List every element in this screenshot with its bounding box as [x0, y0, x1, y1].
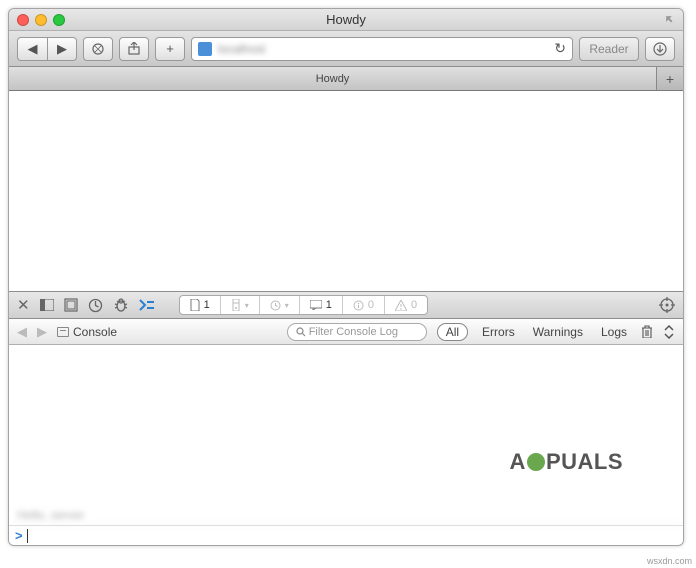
address-text: localhost [218, 42, 265, 56]
fullscreen-icon[interactable] [663, 13, 675, 25]
chevron-down-icon: ▾ [245, 301, 249, 310]
downloads-button[interactable] [645, 37, 675, 61]
console-log-line: Hello, server [9, 506, 683, 525]
filter-logs-tab[interactable]: Logs [597, 325, 631, 339]
new-tab-button[interactable]: + [155, 37, 185, 61]
omnibox-button[interactable] [83, 37, 113, 61]
close-window-button[interactable] [17, 14, 29, 26]
console-forward-button[interactable]: ▶ [37, 324, 47, 340]
devtools-toolbar: ✕ 1 ▾ [9, 291, 683, 319]
chevron-down-icon: ▾ [285, 301, 289, 310]
documents-pill[interactable]: 1 [180, 296, 221, 314]
tab-howdy[interactable]: Howdy [9, 67, 657, 90]
console-back-button[interactable]: ◀ [17, 324, 27, 340]
clock-icon [270, 300, 281, 311]
share-button[interactable] [119, 37, 149, 61]
logs-count: 1 [326, 299, 332, 311]
documents-count: 1 [204, 299, 210, 311]
dock-side-icon[interactable] [40, 299, 54, 311]
address-bar[interactable]: localhost ↻ [191, 37, 573, 61]
stylesheet-icon [231, 299, 241, 311]
console-search-input[interactable]: Filter Console Log [287, 323, 427, 341]
titlebar: Howdy [9, 9, 683, 31]
issues-pill[interactable]: 0 [343, 296, 385, 314]
reload-icon[interactable]: ↻ [554, 40, 566, 57]
console-toolbar: ◀ ▶ Console Filter Console Log All Error… [9, 319, 683, 345]
log-icon [310, 300, 322, 310]
browser-toolbar: ◀ ▶ + localhost ↻ Reader [9, 31, 683, 67]
document-icon [190, 299, 200, 311]
search-placeholder: Filter Console Log [309, 326, 398, 338]
traffic-lights [9, 14, 65, 26]
close-devtools-icon[interactable]: ✕ [17, 296, 30, 314]
warnings-count: 0 [411, 299, 417, 311]
time-pill[interactable]: ▾ [260, 296, 300, 314]
expand-console-icon[interactable] [663, 325, 675, 339]
console-empty-area [9, 345, 683, 506]
timeline-panel-icon[interactable] [88, 298, 103, 313]
clear-console-icon[interactable] [641, 325, 653, 338]
search-icon [296, 327, 306, 337]
console-cursor [27, 529, 28, 543]
favicon-icon [198, 42, 212, 56]
breadcrumb-label: Console [73, 325, 117, 339]
console-panel-icon[interactable] [139, 298, 155, 312]
info-icon [353, 300, 364, 311]
browser-window: Howdy ◀ ▶ + localhost ↻ Reader Howdy + [8, 8, 684, 546]
window-title: Howdy [9, 12, 683, 27]
filter-all-tab[interactable]: All [437, 323, 468, 341]
filter-errors-tab[interactable]: Errors [478, 325, 519, 339]
tab-bar: Howdy + [9, 67, 683, 91]
inspect-element-icon[interactable] [659, 297, 675, 313]
issues-count: 0 [368, 299, 374, 311]
stylesheets-pill[interactable]: ▾ [221, 296, 260, 314]
elements-panel-icon[interactable] [64, 298, 78, 312]
resource-filter-pills: 1 ▾ ▾ 1 [179, 295, 429, 315]
warnings-pill[interactable]: 0 [385, 296, 427, 314]
debugger-panel-icon[interactable] [113, 298, 129, 312]
filter-warnings-tab[interactable]: Warnings [529, 325, 587, 339]
warning-icon [395, 300, 407, 311]
back-button[interactable]: ◀ [17, 37, 47, 61]
tab-plus-button[interactable]: + [657, 67, 683, 90]
zoom-window-button[interactable] [53, 14, 65, 26]
attribution-text: wsxdn.com [647, 556, 692, 566]
console-prompt-icon: > [15, 528, 23, 543]
logs-pill[interactable]: 1 [300, 296, 343, 314]
reader-button[interactable]: Reader [579, 37, 639, 61]
breadcrumb-icon [57, 327, 69, 337]
console-output-area[interactable]: Hello, server > A PUALS [9, 345, 683, 545]
console-breadcrumb[interactable]: Console [57, 325, 117, 339]
nav-button-group: ◀ ▶ [17, 37, 77, 61]
forward-button[interactable]: ▶ [47, 37, 77, 61]
minimize-window-button[interactable] [35, 14, 47, 26]
page-content-area [9, 91, 683, 291]
console-prompt-line[interactable]: > [9, 525, 683, 545]
